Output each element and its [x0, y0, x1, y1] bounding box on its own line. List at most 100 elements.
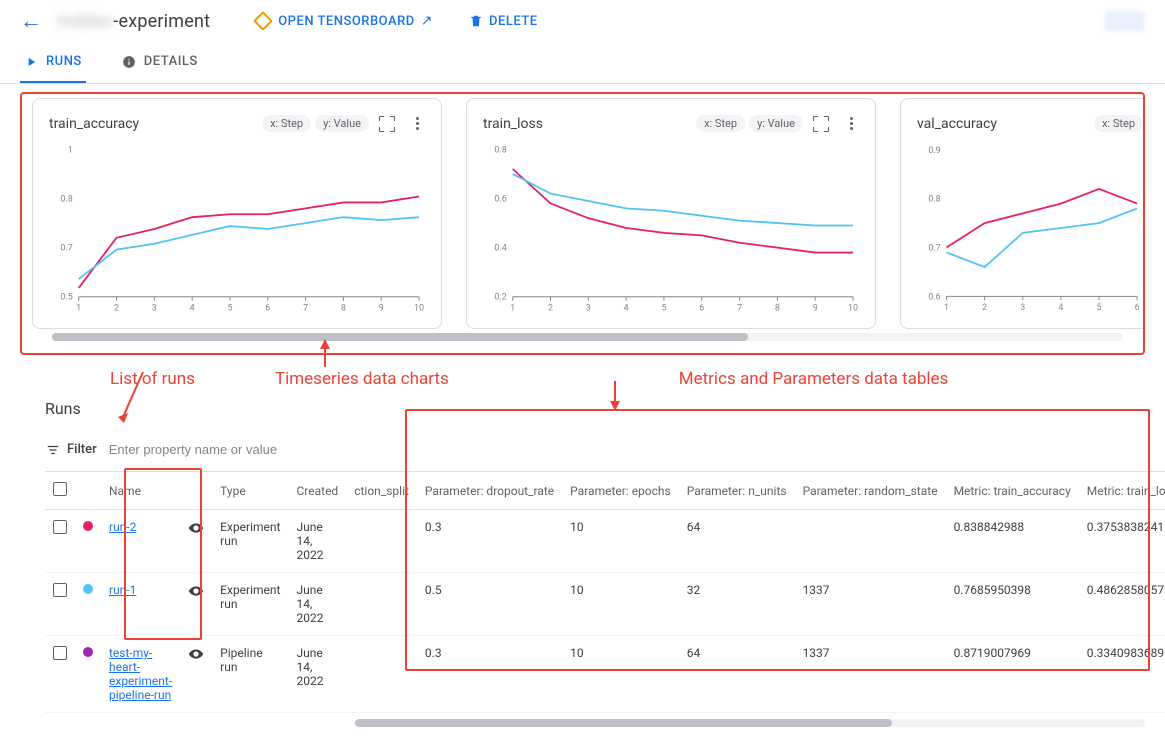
svg-text:4: 4 — [624, 304, 629, 314]
cell-trainloss: 0.3753838241 — [1079, 510, 1165, 573]
col-name[interactable]: Name — [101, 472, 180, 510]
table-scrollbar[interactable] — [355, 719, 1145, 727]
cell-nunits: 32 — [679, 573, 795, 636]
fullscreen-icon[interactable] — [813, 116, 829, 132]
col-type[interactable]: Type — [212, 472, 288, 510]
col-trainacc[interactable]: Metric: train_accuracy — [946, 472, 1079, 510]
chart-card-train_accuracy: train_accuracy x: Step y: Value 0.50.70.… — [32, 98, 442, 329]
more-icon[interactable] — [409, 116, 425, 132]
cell-random — [795, 510, 946, 573]
row-checkbox[interactable] — [53, 646, 67, 660]
filter-input[interactable] — [107, 436, 1145, 463]
cell-nunits: 64 — [679, 636, 795, 713]
svg-text:5: 5 — [1096, 303, 1101, 313]
tensorboard-icon — [253, 11, 273, 31]
svg-text:1: 1 — [510, 304, 515, 314]
select-all-checkbox[interactable] — [53, 482, 67, 496]
y-badge: y: Value — [749, 115, 803, 132]
charts-annot-box: train_accuracy x: Step y: Value 0.50.70.… — [20, 92, 1145, 355]
svg-text:0.6: 0.6 — [928, 292, 940, 302]
cell-type: Experiment run — [212, 510, 288, 573]
svg-text:1: 1 — [68, 145, 73, 155]
cell-dropout: 0.3 — [417, 510, 562, 573]
svg-text:0.2: 0.2 — [494, 293, 506, 303]
annot-timeseries: Timeseries data charts — [275, 369, 449, 389]
runs-section: Runs Filter Name Type Created ction_spli… — [0, 399, 1165, 747]
header-right-blur — [1105, 11, 1145, 31]
svg-text:4: 4 — [190, 304, 195, 314]
cell-type: Pipeline run — [212, 636, 288, 713]
table-row: test-my-heart-experiment-pipeline-run Pi… — [45, 636, 1165, 713]
more-icon[interactable] — [843, 116, 859, 132]
svg-text:8: 8 — [775, 304, 780, 314]
col-trainloss[interactable]: Metric: train_loss — [1079, 472, 1165, 510]
open-tensorboard-button[interactable]: OPEN TENSORBOARD ↗ — [256, 13, 433, 29]
visibility-icon[interactable] — [188, 588, 204, 602]
svg-text:7: 7 — [737, 304, 742, 314]
chart-body[interactable]: 0.60.70.80.9123456 — [917, 140, 1143, 320]
cell-epochs: 10 — [562, 636, 679, 713]
chart-body[interactable]: 0.50.70.8112345678910 — [49, 140, 425, 320]
trash-icon — [469, 14, 483, 28]
run-name-link[interactable]: test-my-heart-experiment-pipeline-run — [109, 646, 172, 702]
run-name-link[interactable]: run-2 — [109, 520, 136, 534]
row-checkbox[interactable] — [53, 520, 67, 534]
svg-text:6: 6 — [699, 304, 704, 314]
annotations-row: List of runs Timeseries data charts Metr… — [0, 369, 1165, 389]
svg-text:6: 6 — [1135, 303, 1140, 313]
col-split[interactable]: ction_split — [346, 472, 417, 510]
charts-row: train_accuracy x: Step y: Value 0.50.70.… — [22, 98, 1143, 329]
filter-row: Filter — [45, 436, 1145, 463]
y-badge: y: Value — [315, 115, 369, 132]
svg-text:8: 8 — [341, 304, 346, 314]
table-row: run-1 Experiment run June 14, 2022 0.5 1… — [45, 573, 1165, 636]
svg-text:3: 3 — [152, 304, 157, 314]
page-header: ← hidden-experiment OPEN TENSORBOARD ↗ D… — [0, 0, 1165, 42]
filter-button[interactable]: Filter — [45, 442, 97, 457]
x-badge: x: Step — [696, 115, 745, 132]
cell-epochs: 10 — [562, 573, 679, 636]
svg-text:0.8: 0.8 — [494, 145, 506, 155]
page-title: hidden-experiment — [58, 11, 210, 32]
run-name-link[interactable]: run-1 — [109, 583, 136, 597]
back-arrow-icon[interactable]: ← — [20, 8, 42, 34]
runs-title: Runs — [45, 399, 1145, 418]
arrow-icon — [605, 381, 625, 413]
col-epochs[interactable]: Parameter: epochs — [562, 472, 679, 510]
col-nunits[interactable]: Parameter: n_units — [679, 472, 795, 510]
chart-body[interactable]: 0.20.40.60.812345678910 — [483, 140, 859, 320]
visibility-icon[interactable] — [188, 651, 204, 665]
play-icon — [24, 55, 38, 69]
svg-text:0.5: 0.5 — [60, 293, 72, 303]
cell-trainacc: 0.8719007969 — [946, 636, 1079, 713]
svg-text:3: 3 — [1020, 303, 1025, 313]
visibility-icon[interactable] — [188, 525, 204, 539]
col-random[interactable]: Parameter: random_state — [795, 472, 946, 510]
svg-text:0.8: 0.8 — [928, 195, 940, 205]
cell-trainacc: 0.838842988 — [946, 510, 1079, 573]
cell-dropout: 0.3 — [417, 636, 562, 713]
col-created[interactable]: Created — [288, 472, 346, 510]
cell-created: June 14, 2022 — [288, 510, 346, 573]
tabs-bar: RUNS DETAILS — [0, 42, 1165, 84]
x-badge: x: Step — [1094, 115, 1143, 132]
charts-scrollbar[interactable] — [52, 333, 1123, 341]
cell-created: June 14, 2022 — [288, 636, 346, 713]
svg-text:2: 2 — [548, 304, 553, 314]
tab-details[interactable]: DETAILS — [118, 42, 202, 83]
col-dropout[interactable]: Parameter: dropout_rate — [417, 472, 562, 510]
fullscreen-icon[interactable] — [379, 116, 395, 132]
svg-text:0.9: 0.9 — [928, 146, 940, 156]
svg-text:2: 2 — [114, 304, 119, 314]
svg-text:0.6: 0.6 — [494, 194, 506, 204]
cell-type: Experiment run — [212, 573, 288, 636]
table-row: run-2 Experiment run June 14, 2022 0.3 1… — [45, 510, 1165, 573]
svg-text:9: 9 — [379, 304, 384, 314]
row-checkbox[interactable] — [53, 583, 67, 597]
svg-text:0.4: 0.4 — [494, 244, 506, 254]
delete-button[interactable]: DELETE — [469, 14, 538, 29]
svg-text:0.8: 0.8 — [60, 194, 72, 204]
chart-title: train_loss — [483, 116, 692, 132]
run-color-dot — [83, 521, 93, 531]
tab-runs[interactable]: RUNS — [20, 42, 86, 83]
